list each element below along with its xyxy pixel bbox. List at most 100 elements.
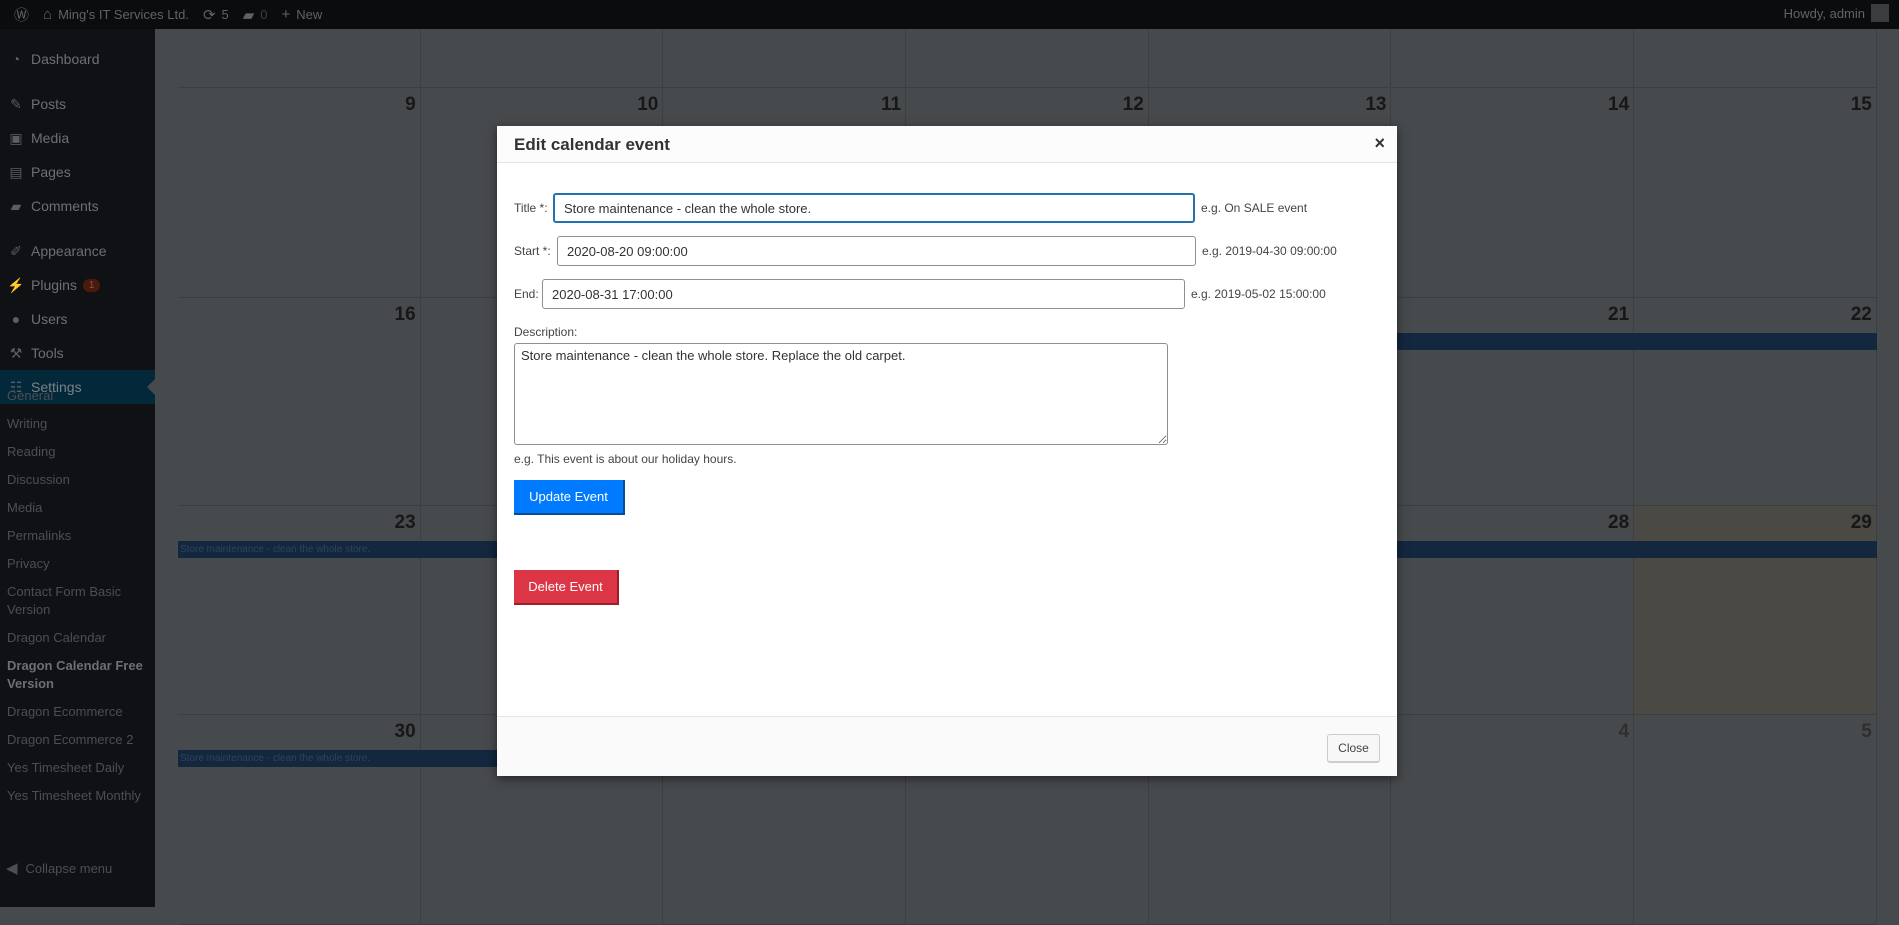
calendar-day[interactable]: 23 xyxy=(178,506,421,715)
submenu-item[interactable]: Reading xyxy=(7,443,147,461)
admin-sidebar: ◔ Dashboard ✎ Posts ▣ Media ▤ Pages ▰ Comments ✐ Ap… xyxy=(0,29,155,907)
sidebar-item-label: Comments xyxy=(31,198,99,214)
new-link[interactable]: + New xyxy=(282,6,323,23)
submenu-item[interactable]: General xyxy=(7,387,147,405)
sidebar-item-users[interactable]: ● Users xyxy=(0,302,155,336)
sidebar-item-label: Plugins xyxy=(31,277,77,293)
calendar-day[interactable]: 28 xyxy=(1391,506,1635,715)
description-textarea[interactable]: Store maintenance - clean the whole stor… xyxy=(514,343,1168,445)
sidebar-item-media[interactable]: ▣ Media xyxy=(0,121,155,155)
calendar-day[interactable] xyxy=(906,29,1149,88)
calendar-day[interactable]: 22 xyxy=(1634,298,1877,506)
calendar-day[interactable] xyxy=(1391,29,1635,88)
day-number: 12 xyxy=(1122,94,1144,115)
calendar-day[interactable] xyxy=(420,29,664,88)
calendar-day[interactable]: 29 xyxy=(1634,506,1877,715)
updates-link[interactable]: ⟳ 5 xyxy=(203,6,229,24)
sidebar-item-label: Pages xyxy=(31,164,71,180)
delete-event-button[interactable]: Delete Event xyxy=(514,570,619,605)
brush-icon: ✐ xyxy=(10,242,22,259)
submenu-item[interactable]: Dragon Ecommerce 2 xyxy=(7,731,147,749)
sidebar-item-label: Posts xyxy=(31,96,67,112)
submenu-item[interactable]: Yes Timesheet Monthly xyxy=(7,787,147,805)
refresh-icon: ⟳ xyxy=(202,6,216,24)
calendar-day[interactable]: 21 xyxy=(1391,298,1635,506)
calendar-day[interactable]: 9 xyxy=(178,88,421,298)
edit-event-modal: Edit calendar event × Title *: e.g. On S… xyxy=(497,126,1397,776)
day-number: 4 xyxy=(1618,721,1630,742)
sidebar-item-appearance[interactable]: ✐ Appearance xyxy=(0,234,155,268)
start-hint: e.g. 2019-04-30 09:00:00 xyxy=(1202,244,1337,258)
title-hint: e.g. On SALE event xyxy=(1201,201,1308,215)
home-icon: ⌂ xyxy=(43,6,53,23)
submenu-item[interactable]: Dragon Calendar xyxy=(7,629,147,647)
submenu-item[interactable]: Permalinks xyxy=(7,527,147,545)
sidebar-item-label: Tools xyxy=(31,345,64,361)
calendar-day[interactable]: 15 xyxy=(1634,88,1877,298)
day-number: 5 xyxy=(1861,721,1872,742)
sidebar-item-label: Users xyxy=(31,311,68,327)
calendar-day[interactable]: 14 xyxy=(1391,88,1635,298)
calendar-day[interactable] xyxy=(1148,29,1392,88)
end-hint: e.g. 2019-05-02 15:00:00 xyxy=(1191,287,1326,301)
modal-footer: Close xyxy=(497,716,1397,776)
day-number: 28 xyxy=(1608,512,1630,533)
calendar-day[interactable]: 4 xyxy=(1391,715,1635,925)
pages-icon: ▤ xyxy=(9,163,23,180)
sidebar-item-label: Dashboard xyxy=(31,51,100,67)
account-menu[interactable]: Howdy, admin xyxy=(1784,4,1889,22)
comments-count: 0 xyxy=(260,7,268,22)
modal-title: Edit calendar event xyxy=(514,135,670,154)
submenu-item[interactable]: Discussion xyxy=(7,471,147,489)
day-number: 21 xyxy=(1608,304,1630,325)
greeting: Howdy, admin xyxy=(1783,5,1865,21)
calendar-day[interactable] xyxy=(663,29,907,88)
submenu-item[interactable]: Contact Form Basic Version xyxy=(7,583,147,619)
calendar-day[interactable] xyxy=(178,29,421,88)
submenu-item[interactable]: Privacy xyxy=(7,555,147,573)
end-input[interactable] xyxy=(542,279,1185,309)
title-label: Title *: xyxy=(514,201,548,215)
description-label: Description: xyxy=(514,325,578,339)
admin-bar: Ⓦ ⌂ Ming's IT Services Ltd. ⟳ 5 ▰ 0 + New Ho… xyxy=(0,0,1899,29)
comment-icon: ▰ xyxy=(242,6,255,24)
dashboard-icon: ◔ xyxy=(11,51,21,67)
calendar-day[interactable]: 5 xyxy=(1634,715,1877,925)
day-number: 13 xyxy=(1365,94,1387,115)
updates-count: 5 xyxy=(221,7,229,22)
user-icon: ● xyxy=(11,311,21,327)
comment-icon: ▰ xyxy=(10,197,22,214)
comments-link[interactable]: ▰ 0 xyxy=(243,6,268,24)
modal-header: Edit calendar event × xyxy=(497,126,1397,163)
calendar-day[interactable]: 30 xyxy=(178,715,421,925)
close-icon[interactable]: × xyxy=(1374,133,1385,154)
day-number: 10 xyxy=(637,94,659,115)
submenu-item[interactable]: Dragon Calendar Free Version xyxy=(7,657,147,693)
sidebar-item-tools[interactable]: ⚒ Tools xyxy=(0,336,155,370)
sidebar-item-plugins[interactable]: ⚡ Plugins 1 xyxy=(0,268,155,302)
submenu-item[interactable]: Dragon Ecommerce xyxy=(7,703,147,721)
sidebar-item-pages[interactable]: ▤ Pages xyxy=(0,155,155,189)
wordpress-logo-icon[interactable]: Ⓦ xyxy=(14,4,29,25)
new-label: New xyxy=(296,7,323,22)
collapse-menu-button[interactable]: ◀ Collapse menu xyxy=(0,851,155,885)
submenu-item[interactable]: Writing xyxy=(7,415,147,433)
calendar-day[interactable] xyxy=(1634,29,1877,88)
day-number: 9 xyxy=(405,94,416,115)
day-number: 29 xyxy=(1850,512,1872,533)
submenu-item[interactable]: Media xyxy=(7,499,147,517)
day-number: 16 xyxy=(394,304,416,325)
sidebar-item-comments[interactable]: ▰ Comments xyxy=(0,189,155,223)
sidebar-item-posts[interactable]: ✎ Posts xyxy=(0,87,155,121)
sidebar-item-dashboard[interactable]: ◔ Dashboard xyxy=(0,42,155,76)
start-label: Start *: xyxy=(514,244,551,258)
update-event-button[interactable]: Update Event xyxy=(514,480,625,515)
site-name-link[interactable]: ⌂ Ming's IT Services Ltd. xyxy=(43,6,189,23)
title-input[interactable] xyxy=(553,193,1195,223)
end-label: End: xyxy=(514,287,539,301)
close-button[interactable]: Close xyxy=(1327,734,1380,763)
submenu-item[interactable]: Yes Timesheet Daily xyxy=(7,759,147,777)
calendar-day[interactable]: 16 xyxy=(178,298,421,506)
start-input[interactable] xyxy=(557,236,1196,266)
site-name: Ming's IT Services Ltd. xyxy=(58,7,189,22)
